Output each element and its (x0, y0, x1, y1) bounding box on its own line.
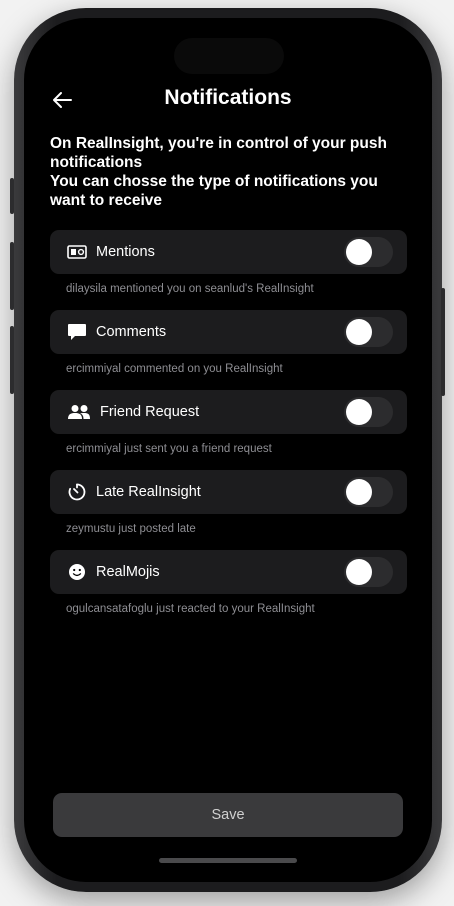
mention-card-icon (66, 241, 88, 263)
save-button[interactable]: Save (53, 793, 403, 837)
notification-settings-list: Mentions dilaysila mentioned you on sean… (50, 230, 407, 630)
setting-description: ogulcansatafoglu just reacted to your Re… (66, 603, 315, 615)
volume-down-button (10, 326, 14, 394)
dynamic-island (174, 38, 284, 74)
setting-description: ercimmiyal just sent you a friend reques… (66, 443, 272, 455)
setting-row[interactable]: Comments (50, 310, 407, 354)
action-button (10, 178, 14, 214)
setting-description: zeymustu just posted late (66, 523, 196, 535)
toggle-knob (346, 399, 372, 425)
setting-description: ercimmiyal commented on you RealInsight (66, 363, 283, 375)
header: Notifications (24, 82, 432, 118)
setting-label: Friend Request (100, 404, 200, 420)
toggle-knob (346, 479, 372, 505)
page-title: Notifications (164, 86, 292, 109)
setting-label: Comments (96, 324, 167, 340)
intro-line-2: You can chosse the type of notifications… (50, 173, 378, 209)
setting-description: dilaysila mentioned you on seanlud's Rea… (66, 283, 314, 295)
setting-row[interactable]: Late RealInsight (50, 470, 407, 514)
toggle-knob (346, 239, 372, 265)
setting-item-comments: Comments ercimmiyal commented on you Rea… (50, 310, 407, 390)
setting-item-friend-request: Friend Request ercimmiyal just sent you … (50, 390, 407, 470)
late-realinsight-toggle[interactable] (344, 477, 393, 507)
intro-text: On RealInsight, you're in control of you… (50, 134, 410, 210)
setting-row[interactable]: Friend Request (50, 390, 407, 434)
volume-up-button (10, 242, 14, 310)
app-screen: Notifications On RealInsight, you're in … (24, 18, 432, 882)
smiley-icon (66, 561, 88, 583)
home-indicator (159, 858, 297, 863)
comment-bubble-icon (66, 321, 88, 343)
setting-row[interactable]: Mentions (50, 230, 407, 274)
comments-toggle[interactable] (344, 317, 393, 347)
setting-row[interactable]: RealMojis (50, 550, 407, 594)
setting-item-realmojis: RealMojis ogulcansatafoglu just reacted … (50, 550, 407, 630)
people-icon (66, 401, 92, 423)
setting-item-mentions: Mentions dilaysila mentioned you on sean… (50, 230, 407, 310)
power-button (441, 288, 445, 396)
timer-icon (66, 481, 88, 503)
toggle-knob (346, 319, 372, 345)
setting-label: Late RealInsight (96, 484, 201, 500)
toggle-knob (346, 559, 372, 585)
mentions-toggle[interactable] (344, 237, 393, 267)
setting-item-late-realinsight: Late RealInsight zeymustu just posted la… (50, 470, 407, 550)
setting-label: Mentions (96, 244, 155, 260)
friend-request-toggle[interactable] (344, 397, 393, 427)
setting-label: RealMojis (96, 564, 160, 580)
realmojis-toggle[interactable] (344, 557, 393, 587)
intro-line-1: On RealInsight, you're in control of you… (50, 135, 387, 171)
